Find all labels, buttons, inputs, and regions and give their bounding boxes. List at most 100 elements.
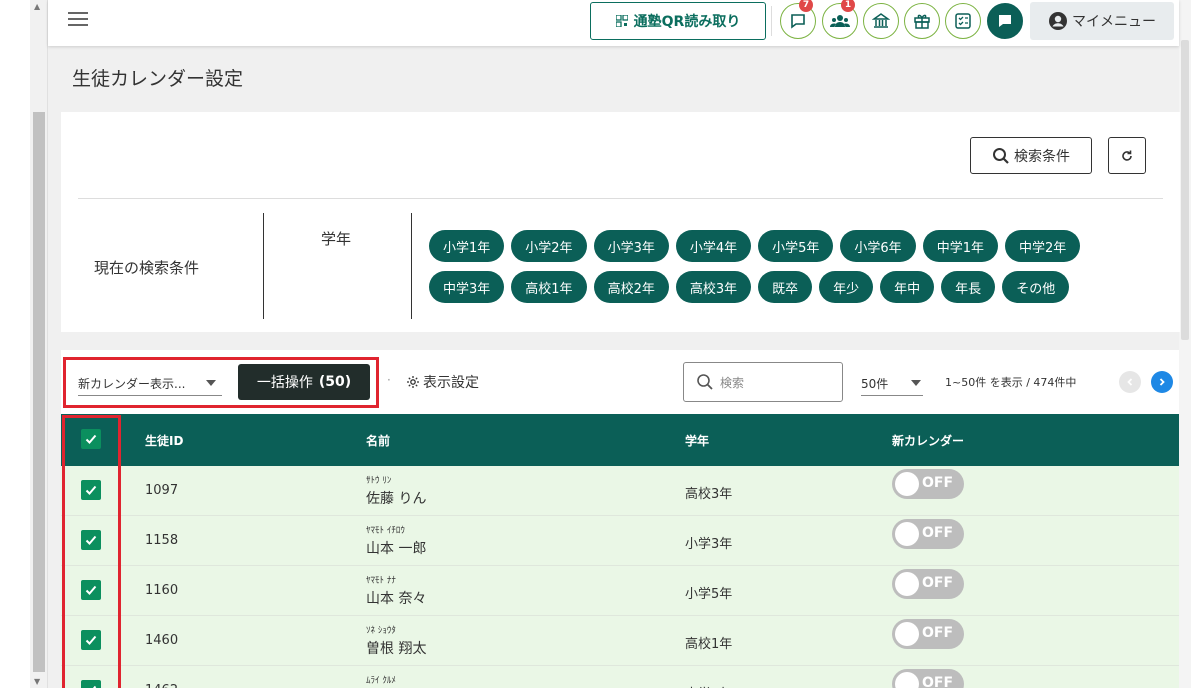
group-icon <box>830 15 850 27</box>
top-header: 通塾QR読み取り 7 1 マイメニュー <box>48 0 1179 46</box>
qr-scan-button[interactable]: 通塾QR読み取り <box>590 2 766 40</box>
grade-chip[interactable]: 年少 <box>819 271 874 303</box>
grade-chip[interactable]: 高校2年 <box>593 271 669 303</box>
right-scrollbar[interactable] <box>1179 0 1191 688</box>
student-id: 1158 <box>145 533 179 548</box>
message-button[interactable]: 7 <box>780 0 816 39</box>
grade-chip[interactable]: 小学1年 <box>429 230 505 262</box>
student-kana: ｻﾄｳ ﾘﾝ <box>366 476 392 486</box>
grade-chip[interactable]: 小学2年 <box>511 230 587 262</box>
grade-chip[interactable]: 既卒 <box>758 271 813 303</box>
refresh-icon <box>1122 150 1132 161</box>
student-kana: ﾔﾏﾓﾄ ｲﾁﾛｳ <box>366 526 405 536</box>
display-settings-label: 表示設定 <box>423 375 479 391</box>
grade-chip[interactable]: 小学6年 <box>840 230 916 262</box>
search-condition-button[interactable]: 検索条件 <box>970 137 1092 174</box>
student-grade: 小学3年 <box>685 537 733 552</box>
prev-page-button[interactable] <box>1119 371 1141 393</box>
gift-button[interactable] <box>904 3 940 39</box>
grade-chip[interactable]: 高校3年 <box>675 271 752 303</box>
left-scrollbar[interactable]: ▲ ▼ <box>30 0 48 688</box>
grade-chip[interactable]: その他 <box>1002 271 1070 303</box>
grade-chip[interactable]: 中学3年 <box>429 271 505 303</box>
toggle-state: OFF <box>922 475 954 491</box>
chat-icon <box>999 15 1011 27</box>
divider <box>263 213 264 319</box>
student-id: 1097 <box>145 483 179 498</box>
toggle-knob <box>895 472 919 496</box>
calendar-toggle[interactable]: OFF <box>892 519 964 549</box>
student-kana: ﾑﾗｲ ｸﾙﾒ <box>366 676 396 686</box>
header-student-id[interactable]: 生徒ID <box>145 432 183 449</box>
refresh-button[interactable] <box>1108 137 1146 174</box>
pagination-range: 1~50件 を表示 / 474件中 <box>945 376 1077 389</box>
grade-chip[interactable]: 小学3年 <box>593 230 669 262</box>
search-input[interactable]: 検索 <box>683 362 843 402</box>
checklist-icon <box>955 13 971 29</box>
calendar-toggle[interactable]: OFF <box>892 569 964 599</box>
checklist-button[interactable] <box>945 3 981 39</box>
calendar-toggle[interactable]: OFF <box>892 469 964 499</box>
scroll-up-icon[interactable]: ▲ <box>34 2 40 11</box>
page-title: 生徒カレンダー設定 <box>72 68 244 90</box>
student-grade: 高校3年 <box>685 487 733 502</box>
chat-button[interactable] <box>987 3 1023 39</box>
student-name: 山本 奈々 <box>366 591 427 607</box>
header-name[interactable]: 名前 <box>366 432 390 449</box>
toggle-knob <box>895 622 919 646</box>
grade-chip[interactable]: 中学2年 <box>1004 230 1081 262</box>
grade-chip[interactable]: 中学1年 <box>922 230 998 262</box>
calendar-toggle[interactable]: OFF <box>892 669 964 688</box>
gear-icon <box>407 376 419 388</box>
search-icon <box>697 374 713 390</box>
student-id: 1460 <box>145 633 179 648</box>
school-button[interactable] <box>863 3 899 39</box>
bank-icon <box>872 13 890 28</box>
table-row[interactable]: 1460 ｿﾈ ｼｮｳﾀ 曽根 翔太 高校1年 OFF <box>61 616 1179 666</box>
grade-chip[interactable]: 小学5年 <box>758 230 834 262</box>
highlight-box <box>62 415 121 688</box>
toggle-knob <box>895 522 919 546</box>
per-page-select[interactable]: 50件 <box>861 372 923 396</box>
grade-label: 学年 <box>321 230 352 248</box>
hamburger-menu-icon[interactable] <box>68 12 88 28</box>
search-placeholder: 検索 <box>720 375 745 390</box>
calendar-toggle[interactable]: OFF <box>892 619 964 649</box>
toggle-knob <box>895 572 919 596</box>
grade-chip[interactable]: 年長 <box>941 271 996 303</box>
divider <box>78 198 1163 199</box>
per-page-value: 50件 <box>861 377 889 391</box>
users-button[interactable]: 1 <box>822 0 858 39</box>
scrollbar-thumb[interactable] <box>1181 40 1189 340</box>
header-grade[interactable]: 学年 <box>685 432 709 449</box>
grade-chip[interactable]: 年中 <box>880 271 935 303</box>
header-divider <box>771 6 772 36</box>
current-condition-label: 現在の検索条件 <box>94 259 200 277</box>
toggle-state: OFF <box>922 675 954 688</box>
toggle-state: OFF <box>922 575 954 591</box>
divider <box>411 213 412 319</box>
left-margin <box>0 0 30 688</box>
toggle-state: OFF <box>922 525 954 541</box>
search-condition-card: 検索条件 現在の検索条件 学年 小学1年 小学2年 小学3年 小学4年 小学5年 小学6年… <box>61 112 1180 332</box>
message-badge: 7 <box>799 0 813 12</box>
grade-chip[interactable]: 高校1年 <box>511 271 587 303</box>
display-settings-button[interactable]: 表示設定 <box>406 372 479 392</box>
grade-chip[interactable]: 小学4年 <box>675 230 752 262</box>
table-row[interactable]: 1158 ﾔﾏﾓﾄ ｲﾁﾛｳ 山本 一郎 小学3年 OFF <box>61 516 1179 566</box>
next-page-button[interactable] <box>1151 371 1173 393</box>
student-list-card: 新カレンダー表示... 一括操作 (50) · 表示設定 検索 50件 1~50… <box>61 350 1179 688</box>
toggle-state: OFF <box>922 625 954 641</box>
my-menu-button[interactable]: マイメニュー <box>1030 2 1174 40</box>
scrollbar-thumb[interactable] <box>33 112 45 672</box>
table-row[interactable]: 1097 ｻﾄｳ ﾘﾝ 佐藤 りん 高校3年 OFF <box>61 466 1179 516</box>
table-header: 生徒ID 名前 学年 新カレンダー <box>61 414 1179 466</box>
student-grade: 高校1年 <box>685 637 733 652</box>
scroll-down-icon[interactable]: ▼ <box>34 677 40 686</box>
table-row[interactable]: 1160 ﾔﾏﾓﾄ ﾅﾅ 山本 奈々 小学5年 OFF <box>61 566 1179 616</box>
table-row[interactable]: 1462 ﾑﾗｲ ｸﾙﾒ 中学3年 OFF <box>61 666 1179 688</box>
header-new-calendar[interactable]: 新カレンダー <box>892 432 964 449</box>
student-id: 1462 <box>145 683 178 688</box>
account-circle-icon <box>1049 12 1067 30</box>
student-grade: 小学5年 <box>685 587 733 602</box>
